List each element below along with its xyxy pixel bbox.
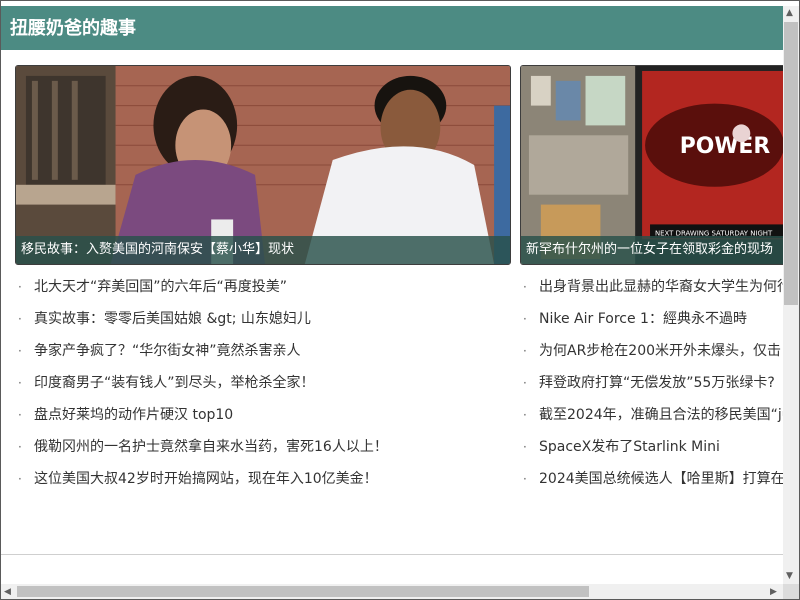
list-item[interactable]: · Nike Air Force 1：經典永不過時 xyxy=(523,303,783,335)
scroll-up-icon[interactable]: ▲ xyxy=(786,8,793,18)
bullet-icon: · xyxy=(523,280,527,294)
article-list-right: · 出身背景出此显赫的华裔女大学生为何行 · Nike Air Force 1：經典… xyxy=(523,271,783,495)
list-item-label[interactable]: 印度裔男子“装有钱人”到尽头，举枪杀全家！ xyxy=(34,375,315,391)
card-2-photo: POWER NEXT DRAWING SATURDAY NIGHT xyxy=(521,66,783,264)
list-item[interactable]: · 截至2024年，准确且合法的移民美国“ju xyxy=(523,399,783,431)
feature-card-1[interactable]: 移民故事：入赘美国的河南保安【蔡小华】现状 xyxy=(15,65,511,265)
bullet-icon: · xyxy=(18,408,22,422)
scrollbar-corner xyxy=(783,584,799,599)
scroll-right-icon[interactable]: ▶ xyxy=(770,587,777,597)
list-item-label[interactable]: 为何AR步枪在200米开外未爆头，仅击 xyxy=(539,343,781,359)
bullet-icon: · xyxy=(523,440,527,454)
list-item[interactable]: · 盘点好莱坞的动作片硬汉 top10 xyxy=(18,399,508,431)
feature-card-2[interactable]: POWER NEXT DRAWING SATURDAY NIGHT 新罕布什尔州… xyxy=(520,65,783,265)
list-item[interactable]: · 为何AR步枪在200米开外未爆头，仅击 xyxy=(523,335,783,367)
list-item[interactable]: · 真实故事：零零后美国姑娘 &gt; 山东媳妇儿 xyxy=(18,303,508,335)
bullet-icon: · xyxy=(18,312,22,326)
bullet-icon: · xyxy=(18,376,22,390)
site-header: 扭腰奶爸的趣事 xyxy=(1,6,783,50)
list-item[interactable]: · SpaceX发布了Starlink Mini xyxy=(523,431,783,463)
list-item-label[interactable]: 出身背景出此显赫的华裔女大学生为何行 xyxy=(539,279,783,295)
card-1-caption[interactable]: 移民故事：入赘美国的河南保安【蔡小华】现状 xyxy=(21,242,294,258)
footer-divider xyxy=(1,554,783,555)
bullet-icon: · xyxy=(523,472,527,486)
list-item[interactable]: · 北大天才“弃美回国”的六年后“再度投美” xyxy=(18,271,508,303)
card-2-caption[interactable]: 新罕布什尔州的一位女子在领取彩金的现场 xyxy=(526,242,773,258)
list-item-label[interactable]: 这位美国大叔42岁时开始搞网站，现在年入10亿美金！ xyxy=(34,471,378,487)
list-item-label[interactable]: 争家产争疯了？“华尔街女神”竟然杀害亲人 xyxy=(34,343,301,359)
svg-text:POWER: POWER xyxy=(680,134,771,159)
list-item[interactable]: · 俄勒冈州的一名护士竟然拿自来水当药，害死16人以上！ xyxy=(18,431,508,463)
scroll-down-icon[interactable]: ▼ xyxy=(786,571,793,581)
list-item-label[interactable]: 拜登政府打算“无偿发放”55万张绿卡? xyxy=(539,375,775,391)
list-item[interactable]: · 这位美国大叔42岁时开始搞网站，现在年入10亿美金！ xyxy=(18,463,508,495)
card-1-caption-bar: 移民故事：入赘美国的河南保安【蔡小华】现状 xyxy=(16,236,510,264)
bullet-icon: · xyxy=(18,440,22,454)
bullet-icon: · xyxy=(523,376,527,390)
bullet-icon: · xyxy=(523,312,527,326)
scroll-left-icon[interactable]: ◀ xyxy=(4,587,11,597)
article-list-left: · 北大天才“弃美回国”的六年后“再度投美” · 真实故事：零零后美国姑娘 &gt;… xyxy=(18,271,508,495)
list-item[interactable]: · 拜登政府打算“无偿发放”55万张绿卡? xyxy=(523,367,783,399)
card-2-caption-bar: 新罕布什尔州的一位女子在领取彩金的现场 xyxy=(521,236,783,264)
site-title[interactable]: 扭腰奶爸的趣事 xyxy=(10,18,136,40)
list-item-label[interactable]: 真实故事：零零后美国姑娘 &gt; 山东媳妇儿 xyxy=(34,311,311,327)
list-item[interactable]: · 出身背景出此显赫的华裔女大学生为何行 xyxy=(523,271,783,303)
bullet-icon: · xyxy=(18,344,22,358)
horizontal-scroll-thumb[interactable] xyxy=(17,586,589,597)
bullet-icon: · xyxy=(18,472,22,486)
list-item[interactable]: · 争家产争疯了？“华尔街女神”竟然杀害亲人 xyxy=(18,335,508,367)
list-item[interactable]: · 2024美国总统候选人【哈里斯】打算在 xyxy=(523,463,783,495)
bullet-icon: · xyxy=(523,408,527,422)
list-item-label[interactable]: SpaceX发布了Starlink Mini xyxy=(539,439,720,455)
list-item-label[interactable]: 北大天才“弃美回国”的六年后“再度投美” xyxy=(34,279,287,295)
bullet-icon: · xyxy=(523,344,527,358)
list-item-label[interactable]: Nike Air Force 1：經典永不過時 xyxy=(539,311,747,327)
list-item-label[interactable]: 截至2024年，准确且合法的移民美国“ju xyxy=(539,407,783,423)
content-area: 移民故事：入赘美国的河南保安【蔡小华】现状 POWER NEXT DRAWING… xyxy=(1,50,783,584)
list-item-label[interactable]: 2024美国总统候选人【哈里斯】打算在 xyxy=(539,471,783,487)
list-item-label[interactable]: 俄勒冈州的一名护士竟然拿自来水当药，害死16人以上！ xyxy=(34,439,388,455)
list-item-label[interactable]: 盘点好莱坞的动作片硬汉 top10 xyxy=(34,407,233,423)
bullet-icon: · xyxy=(18,280,22,294)
card-1-photo xyxy=(16,66,510,264)
list-item[interactable]: · 印度裔男子“装有钱人”到尽头，举枪杀全家！ xyxy=(18,367,508,399)
vertical-scroll-thumb[interactable] xyxy=(784,22,798,305)
